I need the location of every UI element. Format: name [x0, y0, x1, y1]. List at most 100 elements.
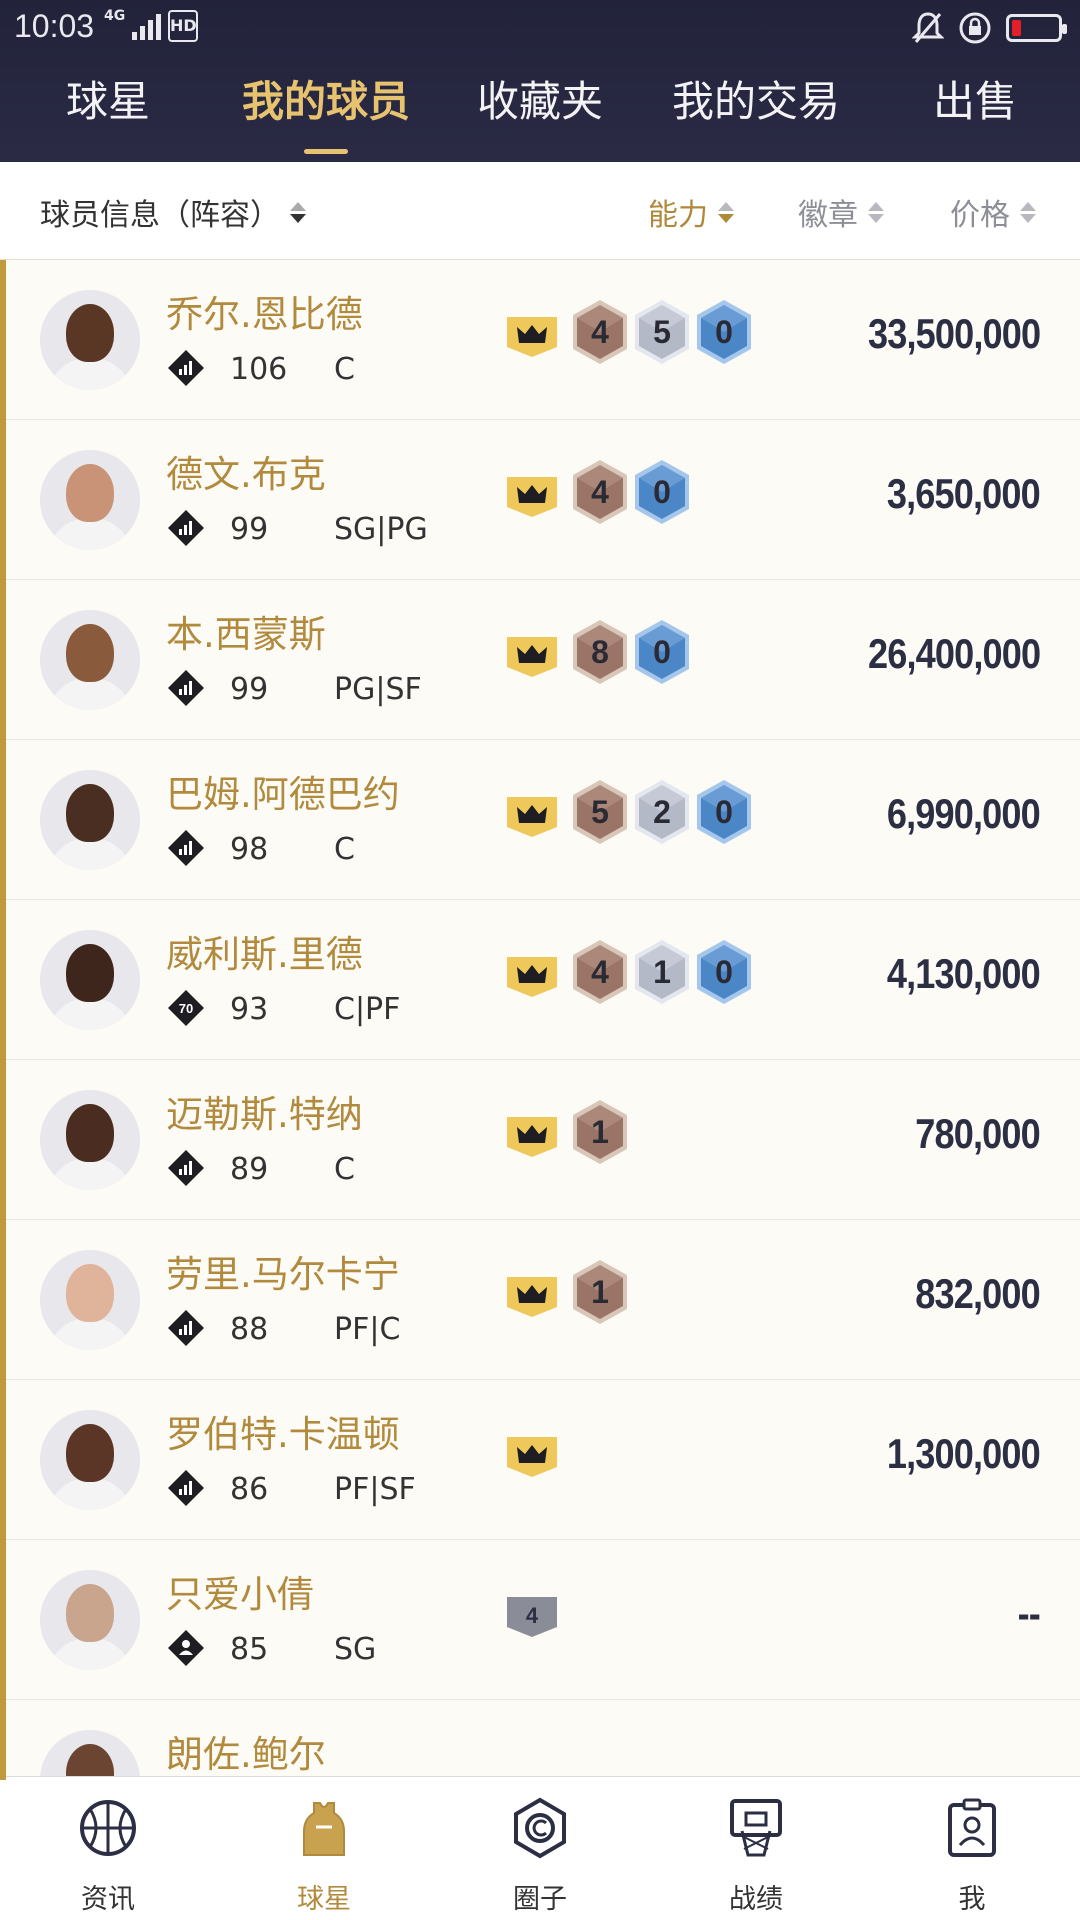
bronze-badge-hex: 5: [570, 778, 630, 846]
player-row[interactable]: 劳里.马尔卡宁 88 PF|C 1 832,000: [0, 1220, 1080, 1380]
nav-news[interactable]: 资讯: [0, 1777, 216, 1920]
player-price: 3,650,000: [887, 470, 1041, 517]
rating-bars-icon: [168, 830, 204, 866]
hoop-icon: [730, 1799, 782, 1857]
badge-counts: 1: [570, 1258, 630, 1326]
player-name: 德文.布克: [166, 453, 326, 496]
badge-count: 1: [653, 954, 671, 990]
nav-record-label: 战绩: [729, 1884, 783, 1915]
signal-icon: [132, 14, 161, 40]
badge-count: 0: [653, 634, 671, 670]
crown-icon: [507, 637, 557, 677]
badge-counts: 5 2 0: [570, 778, 754, 846]
player-position: C|PF: [334, 992, 401, 1027]
nav-circle[interactable]: 圈子: [432, 1777, 648, 1920]
nav-me[interactable]: 我: [864, 1777, 1080, 1920]
era-70-badge-icon: 70: [168, 990, 204, 1026]
player-row[interactable]: 威利斯.里德 70 93 C|PF 4 1 0 4,130,000: [0, 900, 1080, 1060]
player-name: 朗佐.鲍尔: [166, 1733, 326, 1776]
player-avatar: [40, 1730, 140, 1780]
player-price: 1,300,000: [887, 1430, 1041, 1477]
player-position: SG: [334, 1632, 377, 1667]
blue-badge-hex: 0: [632, 618, 692, 686]
player-price: 780,000: [915, 1110, 1040, 1157]
badge-count: 4: [591, 314, 609, 350]
rating-bars-icon: [168, 670, 204, 706]
sort-arrows-icon: [868, 201, 884, 223]
badge-count: 0: [653, 474, 671, 510]
player-position: C: [334, 1152, 355, 1187]
tab-my-trades[interactable]: 我的交易: [656, 62, 856, 162]
player-overall: 99: [230, 512, 269, 547]
player-avatar: [40, 290, 140, 390]
player-price: 832,000: [915, 1270, 1040, 1317]
svg-text:4: 4: [526, 1603, 539, 1628]
badge-count: 2: [653, 794, 671, 830]
silver-badge-hex: 2: [632, 778, 692, 846]
player-name: 威利斯.里德: [166, 933, 363, 976]
player-position: PF|SF: [334, 1472, 416, 1507]
nav-circle-label: 圈子: [513, 1884, 567, 1915]
player-overall: 99: [230, 672, 269, 707]
hd-voice-icon: HD: [168, 10, 198, 42]
nav-record[interactable]: 战绩: [648, 1777, 864, 1920]
player-name: 巴姆.阿德巴约: [166, 773, 400, 816]
badge-count: 1: [591, 1274, 609, 1310]
player-overall: 98: [230, 832, 269, 867]
sort-ability[interactable]: 能力: [648, 190, 734, 234]
badge-count: 0: [715, 954, 733, 990]
tab-favorites[interactable]: 收藏夹: [460, 62, 620, 162]
tab-sell[interactable]: 出售: [900, 62, 1050, 162]
sort-price[interactable]: 价格: [950, 190, 1036, 234]
bronze-badge-hex: 1: [570, 1098, 630, 1166]
player-avatar: [40, 1090, 140, 1190]
player-name: 劳里.马尔卡宁: [166, 1253, 400, 1296]
sort-player-info-label: 球员信息（阵容）: [40, 198, 280, 233]
rotation-lock-icon: [959, 12, 991, 44]
circle-icon: [514, 1797, 566, 1859]
badge-count: 8: [591, 634, 609, 670]
tab-my-players[interactable]: 我的球员: [224, 62, 428, 162]
player-price: --: [1017, 1590, 1041, 1637]
bronze-badge-hex: 4: [570, 298, 630, 366]
crown-icon: [507, 317, 557, 357]
sort-badge[interactable]: 徽章: [798, 190, 884, 234]
mute-bell-icon: [912, 12, 944, 43]
crown-icon: [507, 477, 557, 517]
player-row[interactable]: 只爱小倩 85 SG 4 --: [0, 1540, 1080, 1700]
sort-player-info[interactable]: 球员信息（阵容）: [40, 190, 306, 234]
player-row[interactable]: 德文.布克 99 SG|PG 4 0 3,650,000: [0, 420, 1080, 580]
player-row[interactable]: 罗伯特.卡温顿 86 PF|SF 1,300,000: [0, 1380, 1080, 1540]
rating-bars-icon: [168, 1470, 204, 1506]
tab-stars[interactable]: 球星: [22, 62, 194, 162]
status-time: 10:03: [14, 8, 95, 44]
player-overall: 106: [230, 352, 288, 387]
nav-stars[interactable]: 球星: [216, 1777, 432, 1920]
sort-arrows-icon: [718, 201, 734, 223]
bronze-badge-hex: 4: [570, 458, 630, 526]
crown-icon: [507, 797, 557, 837]
rating-bars-icon: [168, 1310, 204, 1346]
player-list: 乔尔.恩比德 106 C 4 5 0 33,500,000 德文.布克 99 SG|PG 4 0 3,6…: [0, 260, 1080, 1780]
badge-counts: 4 1 0: [570, 938, 754, 1006]
sort-price-label: 价格: [950, 198, 1010, 233]
player-avatar: [40, 930, 140, 1030]
player-row[interactable]: 朗佐.鲍尔: [0, 1700, 1080, 1780]
player-row[interactable]: 本.西蒙斯 99 PG|SF 8 0 26,400,000: [0, 580, 1080, 740]
player-price: 26,400,000: [867, 630, 1041, 677]
nav-news-label: 资讯: [81, 1884, 135, 1915]
player-overall: 85: [230, 1632, 269, 1667]
crown-icon: [507, 1437, 557, 1477]
player-row[interactable]: 巴姆.阿德巴约 98 C 5 2 0 6,990,000: [0, 740, 1080, 900]
badge-counts: 80: [570, 618, 692, 686]
player-position: SG|PG: [334, 512, 428, 547]
player-name: 罗伯特.卡温顿: [166, 1413, 400, 1456]
player-price: 4,130,000: [887, 950, 1041, 997]
player-name: 迈勒斯.特纳: [166, 1093, 363, 1136]
svg-text:70: 70: [179, 1001, 193, 1016]
badge-count: 0: [715, 794, 733, 830]
player-avatar: [40, 1250, 140, 1350]
player-name: 本.西蒙斯: [166, 613, 326, 656]
player-row[interactable]: 乔尔.恩比德 106 C 4 5 0 33,500,000: [0, 260, 1080, 420]
player-row[interactable]: 迈勒斯.特纳 89 C 1 780,000: [0, 1060, 1080, 1220]
